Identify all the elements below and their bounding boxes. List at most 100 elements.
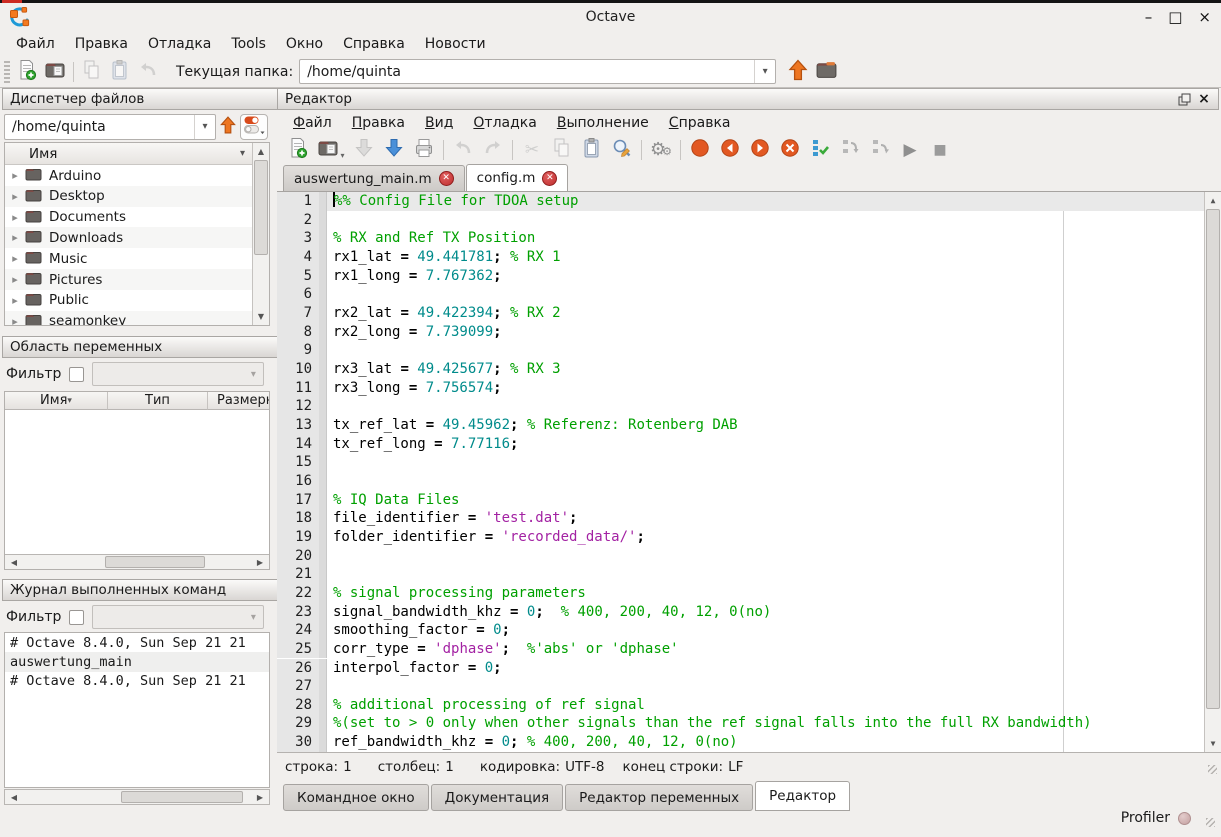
tree-item-documents[interactable]: ▸Documents [5, 207, 252, 228]
code-line[interactable]: 22% signal processing parameters [277, 584, 1204, 603]
preferences-button[interactable]: ⚙⚙ [646, 137, 676, 163]
tree-expander-icon[interactable]: ▸ [5, 252, 25, 265]
scrollbar-thumb[interactable] [254, 160, 268, 255]
resize-grip[interactable] [1206, 818, 1215, 827]
code-line[interactable]: 24smoothing_factor = 0; [277, 621, 1204, 640]
code-line[interactable]: 7rx2_lat = 49.422394; % RX 2 [277, 304, 1204, 323]
tree-item-pictures[interactable]: ▸Pictures [5, 269, 252, 290]
breakpoint-margin[interactable] [319, 640, 327, 659]
code-line[interactable]: 14tx_ref_long = 7.77116; [277, 435, 1204, 454]
code-line[interactable]: 1%% Config File for TDOA setup [277, 192, 1204, 211]
history-entry[interactable]: auswertung_main [5, 652, 269, 671]
breakpoint-margin[interactable] [319, 491, 327, 510]
tree-expander-icon[interactable]: ▸ [5, 190, 25, 203]
tree-expander-icon[interactable]: ▸ [5, 169, 25, 182]
chevron-down-icon[interactable]: ▾ [194, 115, 215, 139]
undo-button[interactable] [134, 59, 162, 85]
code-line[interactable]: 11rx3_long = 7.756574; [277, 379, 1204, 398]
code-line[interactable]: 10rx3_lat = 49.425677; % RX 3 [277, 360, 1204, 379]
history-hscrollbar[interactable]: ◀ ▶ [4, 789, 270, 805]
code-line[interactable]: 15 [277, 453, 1204, 472]
step-button[interactable] [805, 137, 835, 163]
breakpoint-toggle-button[interactable] [685, 137, 715, 163]
code-line[interactable]: 5rx1_long = 7.767362; [277, 267, 1204, 286]
chevron-down-icon[interactable]: ▾ [340, 151, 344, 163]
breakpoint-margin[interactable] [319, 472, 327, 491]
tree-item-arduino[interactable]: ▸Arduino [5, 165, 252, 186]
scrollbar-thumb[interactable] [121, 791, 243, 803]
workspace-column-name[interactable]: Имя ▾ [5, 392, 108, 410]
breakpoint-margin[interactable] [319, 453, 327, 472]
menu-окно[interactable]: Окно [276, 34, 333, 54]
breakpoint-margin[interactable] [319, 733, 327, 752]
code-line[interactable]: 3% RX and Ref TX Position [277, 229, 1204, 248]
breakpoint-margin[interactable] [319, 547, 327, 566]
undo-button[interactable] [448, 137, 478, 163]
breakpoint-margin[interactable] [319, 677, 327, 696]
workspace-filter-combobox[interactable]: ▾ [92, 362, 264, 386]
editor-menu-вид[interactable]: Вид [415, 113, 463, 133]
code-line[interactable]: 30ref_bandwidth_khz = 0; % 400, 200, 40,… [277, 733, 1204, 752]
breakpoint-margin[interactable] [319, 416, 327, 435]
tree-item-downloads[interactable]: ▸Downloads [5, 227, 252, 248]
history-filter-checkbox[interactable] [69, 610, 84, 625]
scrollbar-thumb[interactable] [105, 556, 205, 568]
resize-grip[interactable] [1208, 765, 1217, 774]
editor-menu-правка[interactable]: Правка [342, 113, 415, 133]
stop-button[interactable]: ■ [925, 137, 955, 163]
tree-item-public[interactable]: ▸Public [5, 290, 252, 311]
browser-up-button[interactable] [216, 114, 240, 140]
code-line[interactable]: 4rx1_lat = 49.441781; % RX 1 [277, 248, 1204, 267]
browse-folder-button[interactable] [812, 59, 840, 85]
tab-close-icon[interactable]: ✕ [439, 171, 454, 186]
save-as-button[interactable] [379, 137, 409, 163]
code-line[interactable]: 26interpol_factor = 0; [277, 659, 1204, 678]
dock-tab-редактор[interactable]: Редактор [755, 781, 850, 811]
menu-отладка[interactable]: Отладка [138, 34, 221, 54]
print-button[interactable] [409, 137, 439, 163]
scroll-down-icon[interactable]: ▼ [253, 309, 269, 324]
tree-expander-icon[interactable]: ▸ [5, 315, 25, 326]
code-line[interactable]: 9 [277, 341, 1204, 360]
editor-tab-auswertung_main.m[interactable]: auswertung_main.m✕ [283, 165, 465, 191]
breakpoint-margin[interactable] [319, 229, 327, 248]
editor-tab-config.m[interactable]: config.m✕ [466, 164, 569, 191]
code-editor[interactable]: 1%% Config File for TDOA setup23% RX and… [277, 191, 1221, 752]
scroll-right-icon[interactable]: ▶ [252, 555, 268, 569]
folder-up-button[interactable] [784, 59, 812, 85]
profiler-status-icon[interactable] [1178, 812, 1191, 825]
code-line[interactable]: 20 [277, 547, 1204, 566]
scroll-right-icon[interactable]: ▶ [252, 790, 268, 804]
find-button[interactable] [607, 137, 637, 163]
breakpoint-margin[interactable] [319, 211, 327, 230]
editor-menu-файл[interactable]: Файл [283, 113, 342, 133]
breakpoint-margin[interactable] [319, 714, 327, 733]
paste-button[interactable] [577, 137, 607, 163]
tree-item-music[interactable]: ▸Music [5, 248, 252, 269]
code-line[interactable]: 16 [277, 472, 1204, 491]
scroll-up-icon[interactable]: ▲ [1205, 193, 1221, 208]
breakpoint-margin[interactable] [319, 285, 327, 304]
close-button[interactable]: × [1198, 10, 1211, 25]
workspace-filter-checkbox[interactable] [69, 367, 84, 382]
code-line[interactable]: 18file_identifier = 'test.dat'; [277, 509, 1204, 528]
code-line[interactable]: 8rx2_long = 7.739099; [277, 323, 1204, 342]
new-script-button[interactable] [283, 137, 313, 163]
undock-icon[interactable] [1175, 91, 1193, 107]
new-script-button[interactable] [13, 59, 41, 85]
browser-path-combobox[interactable]: /home/quinta ▾ [4, 114, 216, 140]
breakpoint-margin[interactable] [319, 696, 327, 715]
copy-button[interactable] [547, 137, 577, 163]
menu-правка[interactable]: Правка [65, 34, 138, 54]
breakpoint-margin[interactable] [319, 267, 327, 286]
sort-indicator-icon[interactable]: ▾ [240, 148, 245, 159]
step-out-button[interactable] [865, 137, 895, 163]
chevron-down-icon[interactable]: ▾ [754, 60, 775, 83]
history-entry[interactable]: # Octave 8.4.0, Sun Sep 21 21 [5, 672, 269, 691]
breakpoint-margin[interactable] [319, 323, 327, 342]
menu-справка[interactable]: Справка [333, 34, 415, 54]
file-tree-scrollbar[interactable]: ▲ ▼ [252, 143, 269, 325]
workspace-column-dimension[interactable]: Размерн [208, 392, 270, 410]
browser-actions-button[interactable] [240, 114, 268, 140]
minimize-button[interactable]: – [1145, 10, 1153, 25]
